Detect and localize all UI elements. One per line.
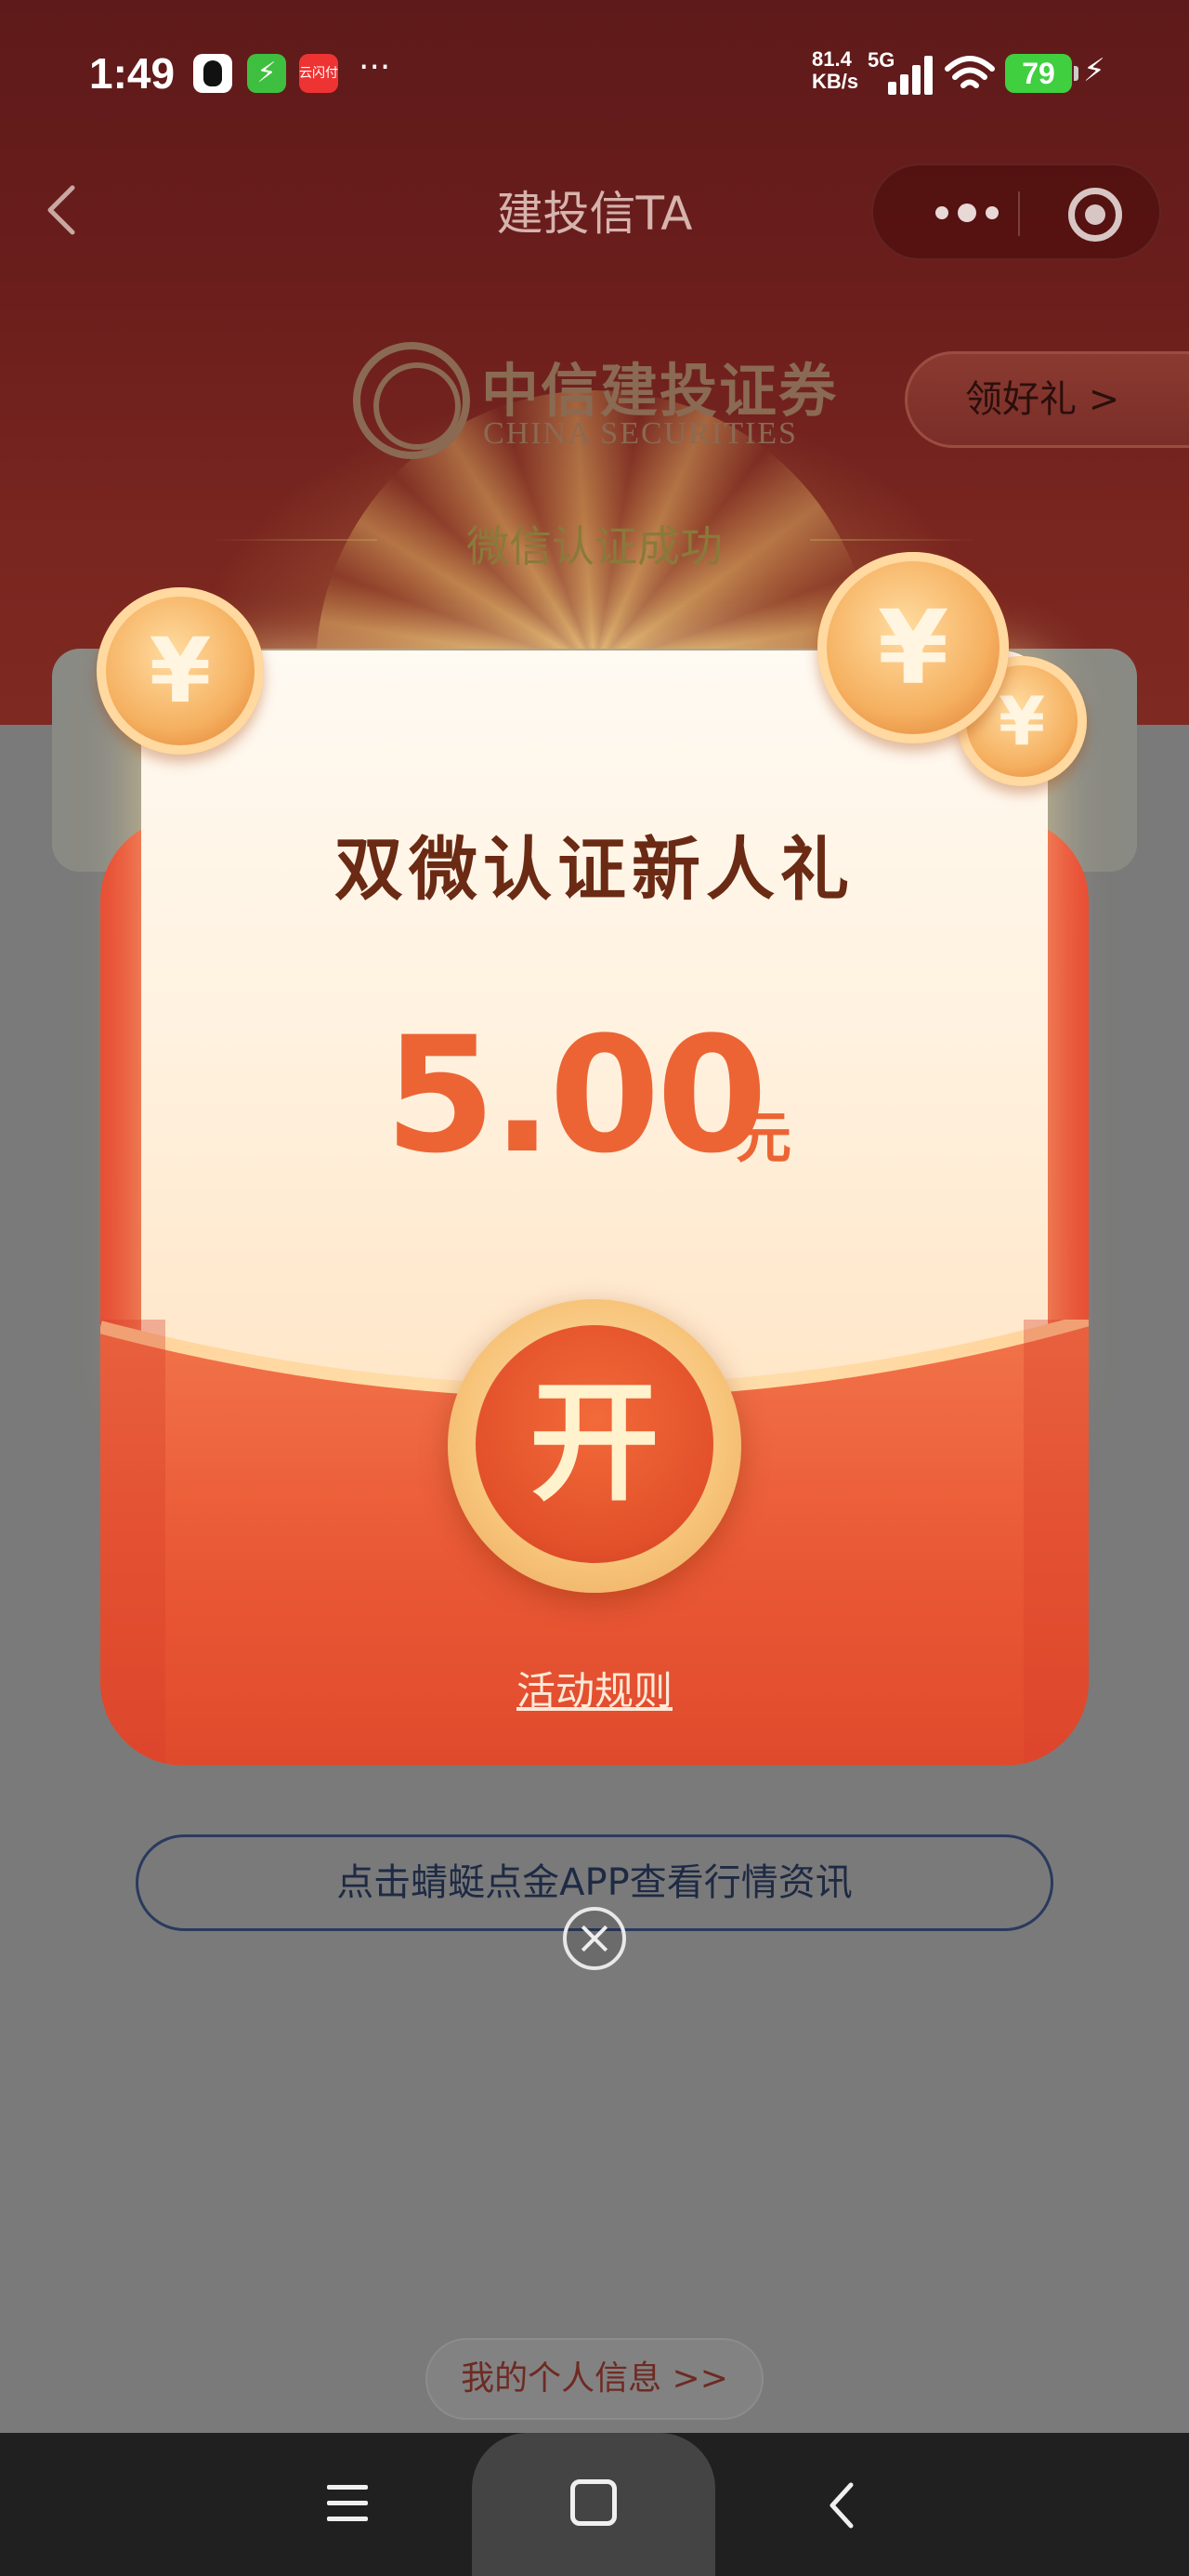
open-packet-button[interactable]: 开 — [448, 1299, 741, 1593]
brand-name-cn: 中信建投证券 — [481, 357, 839, 425]
capsule-divider — [1018, 191, 1020, 236]
charging-icon: ⚡ — [1083, 52, 1105, 89]
my-info-link[interactable]: 我的个人信息 >> — [425, 2338, 764, 2420]
miniprogram-capsule — [871, 164, 1161, 260]
system-nav-bar — [0, 2433, 1189, 2576]
auth-success-text: 微信认证成功 — [466, 521, 723, 572]
pay-icon: 云闪付 — [299, 54, 338, 93]
brand-name-en: CHINA SECURITIES — [483, 416, 798, 451]
back-nav-icon[interactable] — [823, 2479, 860, 2531]
activity-rules-link[interactable]: 活动规则 — [0, 1660, 1189, 1716]
wifi-icon — [945, 56, 995, 88]
net-speed-value: 81.4 — [812, 47, 852, 71]
open-packet-label[interactable]: 开 — [476, 1325, 713, 1563]
get-gift-button[interactable]: 领好礼 > — [905, 351, 1189, 448]
more-notifications-icon: ··· — [359, 48, 391, 86]
signal-icon — [888, 54, 938, 95]
more-dots-icon[interactable] — [916, 199, 1018, 227]
close-miniprogram-icon[interactable] — [1068, 188, 1122, 242]
bolt-icon: ⚡ — [247, 54, 286, 93]
close-modal-icon[interactable] — [563, 1907, 626, 1970]
status-time: 1:49 — [89, 49, 176, 98]
divider-right — [810, 539, 977, 541]
citic-logo-icon — [353, 342, 470, 459]
net-speed-unit: KB/s — [812, 70, 859, 93]
coin-icon: ¥ — [97, 587, 264, 755]
packet-unit: 元 — [736, 1106, 791, 1171]
status-bar: 1:49 ⚡ 云闪付 ··· 81.4 KB/s 5G 79 ⚡ — [0, 0, 1189, 149]
menu-icon[interactable] — [327, 2483, 368, 2524]
qq-icon — [193, 54, 232, 93]
home-icon[interactable] — [570, 2479, 617, 2526]
packet-title: 双微认证新人礼 — [334, 830, 855, 910]
packet-amount: 5.00 — [385, 1002, 767, 1189]
net-speed: 81.4 KB/s — [812, 48, 858, 93]
battery-icon: 79 — [1005, 54, 1078, 93]
coin-icon: ¥ — [817, 552, 1009, 743]
